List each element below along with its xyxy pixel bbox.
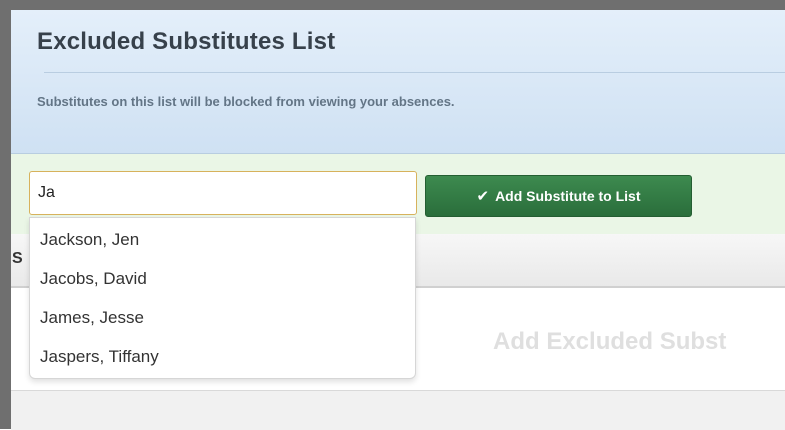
- window-frame-left: [0, 0, 11, 429]
- list-header-label: S: [12, 250, 23, 267]
- window-frame-top: [0, 0, 785, 10]
- suggestion-item[interactable]: Jacobs, David: [40, 269, 147, 289]
- empty-state-text: Add Excluded Subst: [493, 328, 727, 355]
- add-substitute-button-label: Add Substitute to List: [495, 188, 641, 204]
- substitute-search-input[interactable]: [29, 171, 417, 215]
- title-divider: [44, 72, 785, 73]
- page-subtitle: Substitutes on this list will be blocked…: [37, 94, 455, 109]
- page-title: Excluded Substitutes List: [37, 28, 336, 55]
- check-icon: ✔: [476, 188, 490, 205]
- suggestion-item[interactable]: James, Jesse: [40, 308, 144, 328]
- suggestion-item[interactable]: Jaspers, Tiffany: [40, 347, 159, 367]
- suggestion-item[interactable]: Jackson, Jen: [40, 230, 139, 250]
- add-substitute-button[interactable]: ✔ Add Substitute to List: [425, 175, 692, 217]
- autocomplete-dropdown: Jackson, Jen Jacobs, David James, Jesse …: [29, 217, 416, 379]
- list-footer: [11, 390, 785, 430]
